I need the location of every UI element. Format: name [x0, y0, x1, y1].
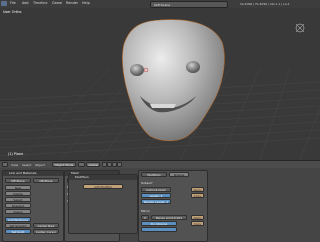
- add-modifier-button[interactable]: Add Modifier: [83, 184, 123, 189]
- mode-dropdown[interactable]: Object Mode: [52, 162, 76, 167]
- set-solid-button[interactable]: Set Solid: [5, 229, 31, 234]
- menu-select[interactable]: Select: [22, 163, 31, 167]
- new-button[interactable]: New: [5, 185, 31, 190]
- select-button[interactable]: Select: [5, 197, 31, 202]
- modifiers-panel: Modifiers Add Modifier: [68, 174, 138, 234]
- view-label: User Ortho: [3, 10, 22, 14]
- scene-selector[interactable]: SCE:Scene: [150, 1, 228, 8]
- mirror-apply-button[interactable]: Apply: [191, 215, 204, 220]
- orientation-dropdown[interactable]: Global: [86, 162, 100, 167]
- camera-icon: [295, 23, 305, 33]
- object-label: (1) Plane: [8, 152, 24, 156]
- object-name-field[interactable]: OB:Plane: [33, 178, 59, 183]
- menu-object[interactable]: Object: [35, 163, 45, 167]
- scene-stats: Ve:4096 | Fa:4096 | Ob:1-1 | La:1: [240, 1, 290, 6]
- copy-button[interactable]: Copy: [191, 193, 204, 198]
- menu-render[interactable]: Render: [66, 1, 78, 5]
- scene-name: SCE:Scene: [154, 2, 171, 7]
- buttons-window: Link and Materials ME:Plane OB:Plane New…: [0, 168, 320, 242]
- blender-logo-icon[interactable]: [1, 1, 7, 6]
- render-levels-field[interactable]: Render Levels: 2: [141, 199, 171, 204]
- link-materials-panel: Link and Materials ME:Plane OB:Plane New…: [2, 170, 64, 242]
- mirror-vgroup-toggle[interactable]: [141, 227, 177, 232]
- assign-button[interactable]: Assign: [5, 209, 31, 214]
- mesh-name-field[interactable]: ME:Plane: [5, 178, 31, 183]
- menu-view[interactable]: View: [11, 163, 18, 167]
- center-cursor-button[interactable]: Center Cursor: [33, 229, 59, 234]
- layer-button[interactable]: [117, 162, 122, 167]
- set-smooth-button[interactable]: Set Smooth: [5, 223, 31, 228]
- head-mesh: [122, 19, 225, 142]
- axis-x-toggle[interactable]: X: [141, 215, 149, 220]
- deselect-button[interactable]: Deselect: [5, 203, 31, 208]
- menu-game[interactable]: Game: [52, 1, 62, 5]
- levels-field[interactable]: Levels: 2: [141, 193, 171, 198]
- mirror-copy-button[interactable]: Copy: [191, 221, 204, 226]
- apply-button[interactable]: Apply: [191, 187, 204, 192]
- delete-button[interactable]: Delete: [5, 191, 31, 196]
- viewport-canvas: [0, 19, 320, 160]
- menu-add[interactable]: Add: [22, 1, 29, 5]
- center-new-button[interactable]: Center New: [33, 223, 59, 228]
- panel-title: Link and Materials: [3, 171, 63, 176]
- autotexspace-toggle[interactable]: AutoTexSpace: [5, 217, 31, 222]
- draw-type-icon[interactable]: [78, 162, 85, 167]
- tab-modifiers[interactable]: Modifiers: [141, 172, 167, 177]
- 3d-viewport[interactable]: User Ortho (1) Plane: [0, 8, 320, 160]
- editor-type-icon[interactable]: [2, 162, 8, 167]
- menu-timeline[interactable]: Timeline: [33, 1, 47, 5]
- catmull-clark-dropdown[interactable]: Catmull-Clark: [141, 187, 171, 192]
- mirror-label: Mirror: [141, 209, 150, 213]
- menu-file[interactable]: File: [10, 1, 16, 5]
- modifier-stack-panel: Modifiers Shapes Subsurf Catmull-Clark L…: [138, 170, 208, 242]
- subsurf-label: Subsurf: [141, 181, 153, 185]
- menu-help[interactable]: Help: [82, 1, 90, 5]
- do-clipping-toggle[interactable]: Do Clipping: [141, 221, 177, 226]
- tab-shapes[interactable]: Shapes: [169, 172, 189, 177]
- panel-title: Modifiers: [69, 175, 137, 180]
- merge-limit-field[interactable]: Merge Limit:0.001: [151, 215, 187, 220]
